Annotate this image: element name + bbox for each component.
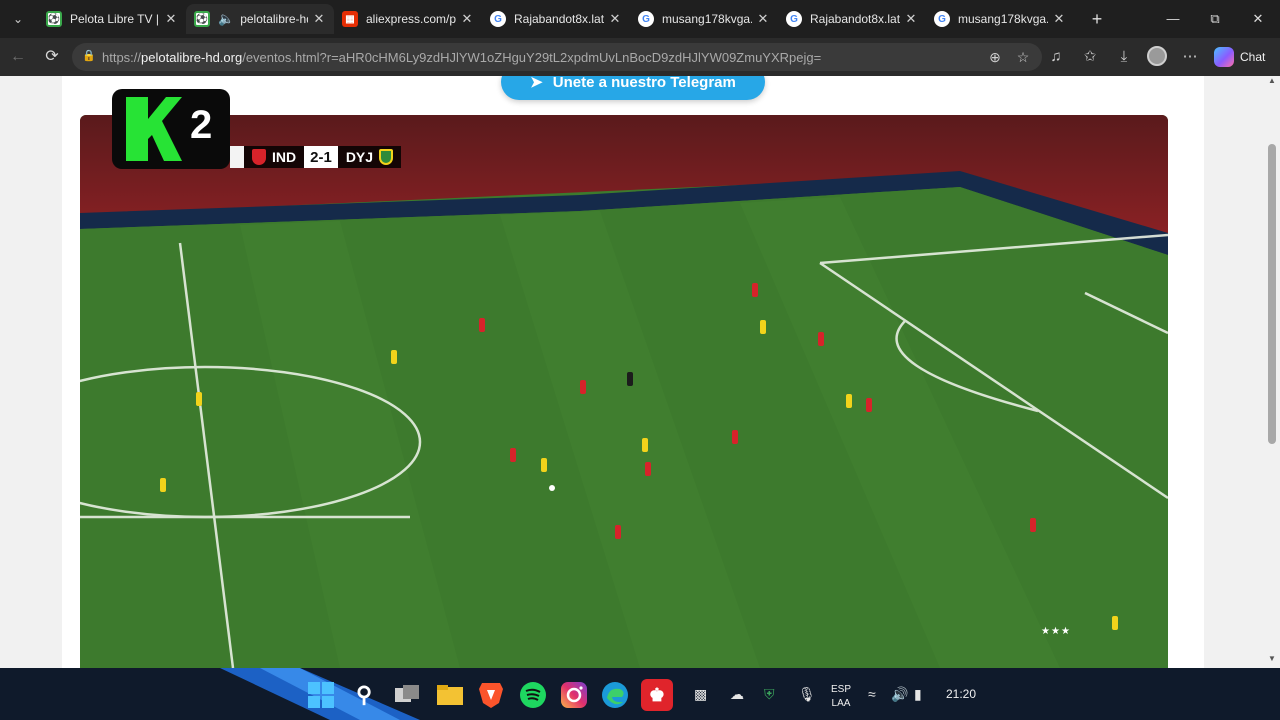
qr-code-icon[interactable]: ▩ bbox=[694, 686, 707, 703]
tab-title: Pelota Libre TV | Fú bbox=[70, 12, 160, 26]
scroll-up-arrow-icon[interactable]: ▲ bbox=[1264, 76, 1280, 88]
close-icon[interactable]: ✕ bbox=[904, 11, 918, 27]
minimize-button[interactable]: — bbox=[1162, 8, 1184, 30]
score: 2-1 bbox=[304, 146, 338, 168]
soccer-ball-icon: ⚽ bbox=[46, 11, 62, 27]
profile-avatar[interactable] bbox=[1147, 46, 1167, 66]
favorite-star-icon[interactable]: ☆ bbox=[1014, 48, 1032, 66]
close-icon[interactable]: ✕ bbox=[164, 11, 178, 27]
copilot-chat-button[interactable]: Chat bbox=[1214, 46, 1265, 68]
telegram-button-label: Únete a nuestro Telegram bbox=[552, 76, 736, 91]
close-icon[interactable]: ✕ bbox=[312, 11, 326, 27]
copilot-label: Chat bbox=[1240, 50, 1266, 64]
tab-rajabandot-1[interactable]: G Rajabandot8x.lat - ✕ bbox=[482, 4, 630, 34]
k-logo-icon bbox=[126, 97, 182, 161]
battery-icon[interactable]: ▮ bbox=[914, 686, 922, 703]
telegram-join-button[interactable]: ➤ Únete a nuestro Telegram bbox=[501, 76, 765, 100]
input-language[interactable]: ESP LAA bbox=[831, 683, 851, 711]
channel-logo: 2 bbox=[112, 89, 230, 169]
taskbar bbox=[0, 668, 1280, 720]
taskbar-wallpaper bbox=[220, 668, 420, 720]
edge-icon[interactable] bbox=[599, 679, 631, 711]
close-icon[interactable]: ✕ bbox=[460, 11, 474, 27]
task-view-icon[interactable] bbox=[391, 679, 423, 711]
start-button[interactable] bbox=[305, 679, 337, 711]
media-control-icon[interactable]: ♫ bbox=[1046, 47, 1066, 67]
scroll-thumb[interactable] bbox=[1268, 144, 1276, 444]
close-icon[interactable]: ✕ bbox=[608, 11, 622, 27]
soccer-ball-icon: ⚽ bbox=[194, 11, 210, 27]
copilot-icon bbox=[1214, 47, 1234, 67]
close-icon[interactable]: ✕ bbox=[756, 11, 770, 27]
home-team: IND bbox=[272, 149, 297, 165]
search-icon[interactable]: ⚲ bbox=[348, 679, 380, 711]
reload-button[interactable]: ⟳ bbox=[41, 46, 63, 68]
onedrive-icon[interactable]: ☁ bbox=[730, 686, 744, 703]
football-broadcast-frame bbox=[80, 115, 1168, 668]
scorebug-away: DYJ bbox=[337, 146, 402, 168]
url-path: /eventos.html?r=aHR0cHM6Ly9zdHJlYW1oZHgu… bbox=[242, 50, 822, 65]
speaker-icon[interactable]: 🔈 bbox=[218, 11, 234, 27]
google-icon: G bbox=[638, 11, 654, 27]
scorebug-edge bbox=[230, 146, 244, 168]
spotify-icon[interactable] bbox=[517, 679, 549, 711]
close-window-button[interactable]: ✕ bbox=[1247, 8, 1269, 30]
google-icon: G bbox=[786, 11, 802, 27]
favorites-icon[interactable]: ✩ bbox=[1080, 47, 1100, 67]
site-info-icon[interactable]: 🔒 bbox=[82, 49, 96, 65]
zoom-icon[interactable]: ⊕ bbox=[986, 48, 1004, 66]
volume-icon[interactable]: 🔊 bbox=[891, 686, 908, 703]
windows-icon bbox=[308, 682, 334, 708]
tab-pelota-libre-tv[interactable]: ⚽ Pelota Libre TV | Fú ✕ bbox=[38, 4, 186, 34]
url-host: pelotalibre-hd.org bbox=[141, 50, 243, 65]
tab-pelotalibre-hd[interactable]: ⚽ 🔈 pelotalibre-hd. ✕ bbox=[186, 4, 334, 34]
google-icon: G bbox=[934, 11, 950, 27]
tab-rajabandot-2[interactable]: G Rajabandot8x.lat - ✕ bbox=[778, 4, 926, 34]
defensa-crest-icon bbox=[379, 149, 394, 165]
away-team: DYJ bbox=[345, 149, 374, 165]
url-prefix: https:// bbox=[102, 50, 142, 65]
new-tab-button[interactable]: + bbox=[1086, 8, 1108, 30]
tab-musang-2[interactable]: G musang178kvga.sp ✕ bbox=[926, 4, 1074, 34]
browser-toolbar: ← ⟳ 🔒 https://pelotalibre-hd.org/eventos… bbox=[0, 38, 1280, 76]
google-icon: G bbox=[490, 11, 506, 27]
tab-title: Rajabandot8x.lat - bbox=[514, 12, 604, 26]
brave-icon[interactable] bbox=[475, 679, 507, 711]
scorebug-home: IND bbox=[244, 146, 305, 168]
tab-title: musang178kvga.sp bbox=[662, 12, 752, 26]
keyboard-layout: LAA bbox=[831, 698, 851, 709]
url-text[interactable]: https://pelotalibre-hd.org/eventos.html?… bbox=[102, 50, 821, 65]
wifi-icon[interactable]: ≈ bbox=[868, 686, 876, 702]
scroll-down-arrow-icon[interactable]: ▼ bbox=[1264, 654, 1280, 666]
anydesk-like-app-icon[interactable]: ♚ bbox=[641, 679, 673, 711]
instagram-icon[interactable] bbox=[558, 679, 590, 711]
tab-strip: ⌄ ⚽ Pelota Libre TV | Fú ✕ ⚽ 🔈 pelotalib… bbox=[0, 0, 1280, 38]
microphone-icon[interactable]: 🎙 bbox=[798, 686, 816, 703]
scorebug: IND 2-1 DYJ bbox=[230, 145, 402, 169]
telegram-icon: ➤ bbox=[530, 76, 543, 91]
tab-search-chevron-icon[interactable]: ⌄ bbox=[6, 7, 30, 31]
tab-aliexpress[interactable]: ▦ aliexpress.com/p/p ✕ bbox=[334, 4, 482, 34]
video-player[interactable]: ★★★ bbox=[80, 115, 1168, 668]
aliexpress-icon: ▦ bbox=[342, 11, 358, 27]
independiente-crest-icon bbox=[252, 149, 266, 165]
language-code: ESP bbox=[831, 684, 852, 695]
address-bar[interactable]: 🔒 https://pelotalibre-hd.org/eventos.htm… bbox=[72, 43, 1042, 71]
tab-title: musang178kvga.sp bbox=[958, 12, 1048, 26]
tab-musang-1[interactable]: G musang178kvga.sp ✕ bbox=[630, 4, 778, 34]
tab-title: aliexpress.com/p/p bbox=[366, 12, 456, 26]
restore-button[interactable]: ⧉ bbox=[1204, 8, 1226, 30]
back-button[interactable]: ← bbox=[7, 46, 29, 68]
channel-number: 2 bbox=[190, 103, 213, 147]
close-icon[interactable]: ✕ bbox=[1052, 11, 1066, 27]
page-scrollbar[interactable]: ▲ ▼ bbox=[1264, 76, 1280, 668]
tab-title: pelotalibre-hd. bbox=[240, 12, 308, 26]
more-menu-icon[interactable]: ⋯ bbox=[1180, 47, 1200, 67]
system-clock[interactable]: 21:20 bbox=[946, 687, 976, 701]
downloads-icon[interactable]: ⤓ bbox=[1114, 47, 1134, 67]
tab-title: Rajabandot8x.lat - bbox=[810, 12, 900, 26]
security-shield-icon[interactable]: ⛨ bbox=[764, 686, 775, 703]
afa-badge-icon: ★★★ bbox=[1041, 626, 1071, 637]
file-explorer-icon[interactable] bbox=[434, 679, 466, 711]
